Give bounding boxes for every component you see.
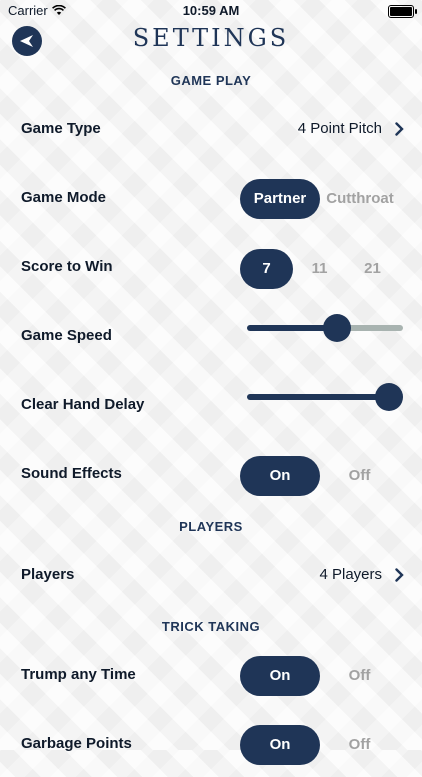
players-value: 4 Players: [319, 566, 382, 583]
garbage-points-segmented: On Off: [240, 725, 399, 765]
trump-any-time-off-option[interactable]: Off: [320, 656, 399, 696]
game-mode-label: Game Mode: [21, 189, 107, 206]
game-type-row[interactable]: Game Type 4 Point Pitch: [0, 98, 422, 162]
slider-track-filled: [247, 394, 389, 400]
game-type-label: Game Type: [21, 120, 101, 137]
game-speed-label: Game Speed: [21, 327, 112, 344]
score-to-win-segmented: 7 11 21: [240, 249, 399, 289]
clear-hand-delay-label: Clear Hand Delay: [21, 396, 145, 413]
battery-icon: [388, 5, 417, 18]
sound-effects-off-option[interactable]: Off: [320, 456, 399, 496]
game-type-value: 4 Point Pitch: [297, 120, 382, 137]
sound-effects-on-option[interactable]: On: [240, 456, 320, 496]
clock: 10:59 AM: [182, 3, 240, 18]
game-speed-slider[interactable]: [247, 314, 403, 342]
sound-effects-label: Sound Effects: [21, 465, 122, 482]
game-mode-cutthroat-option[interactable]: Cutthroat: [320, 179, 400, 219]
chevron-right-icon: [395, 568, 404, 582]
chevron-right-icon: [395, 122, 404, 136]
game-mode-row: Game Mode Partner Cutthroat: [0, 167, 422, 231]
game-speed-row: Game Speed: [0, 305, 422, 369]
status-bar: Carrier 10:59 AM: [0, 0, 422, 22]
trump-any-time-row: Trump any Time On Off: [0, 644, 422, 708]
sound-effects-row: Sound Effects On Off: [0, 443, 422, 507]
clear-hand-delay-row: Clear Hand Delay: [0, 374, 422, 438]
slider-thumb[interactable]: [375, 383, 403, 411]
garbage-points-row: Garbage Points On Off: [0, 713, 422, 777]
header: SETTINGS: [0, 22, 422, 60]
trump-any-time-label: Trump any Time: [21, 666, 136, 683]
score-to-win-label: Score to Win: [21, 258, 113, 275]
clear-hand-delay-slider[interactable]: [247, 383, 403, 411]
score-21-option[interactable]: 21: [346, 249, 399, 289]
score-11-option[interactable]: 11: [293, 249, 346, 289]
page-title: SETTINGS: [132, 24, 290, 52]
game-mode-segmented: Partner Cutthroat: [240, 179, 400, 219]
score-7-option[interactable]: 7: [240, 249, 293, 289]
garbage-points-off-option[interactable]: Off: [320, 725, 399, 765]
section-header-game-play: GAME PLAY: [170, 73, 252, 88]
trump-any-time-on-option[interactable]: On: [240, 656, 320, 696]
players-row[interactable]: Players 4 Players: [0, 544, 422, 608]
slider-thumb[interactable]: [323, 314, 351, 342]
garbage-points-on-option[interactable]: On: [240, 725, 320, 765]
players-label: Players: [21, 566, 75, 583]
trump-any-time-segmented: On Off: [240, 656, 399, 696]
section-header-players: PLAYERS: [179, 519, 243, 534]
section-header-trick-taking: TRICK TAKING: [161, 619, 261, 634]
game-mode-partner-option[interactable]: Partner: [240, 179, 320, 219]
sound-effects-segmented: On Off: [240, 456, 399, 496]
score-to-win-row: Score to Win 7 11 21: [0, 236, 422, 300]
garbage-points-label: Garbage Points: [21, 735, 132, 752]
